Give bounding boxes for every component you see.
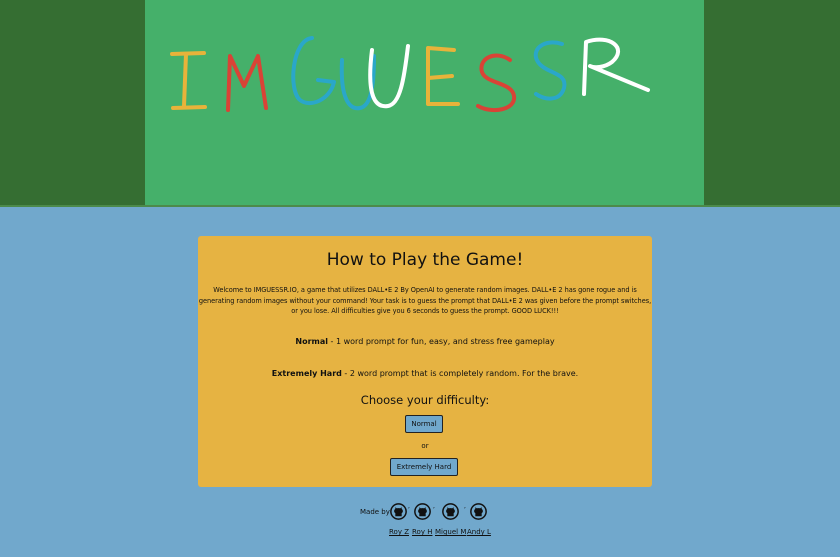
card-title: How to Play the Game! <box>326 250 524 270</box>
how-to-play-card: How to Play the Game! Welcome to IMGUESS… <box>198 236 652 487</box>
normal-mode-label: Normal <box>295 337 328 346</box>
github-icon-graphic <box>390 503 407 520</box>
header-separator <box>0 205 840 207</box>
hard-mode-label: Extremely Hard <box>271 369 342 378</box>
logo-wordmark <box>170 36 650 113</box>
github-icon-graphic <box>470 503 487 520</box>
normal-mode-description: Normal - 1 word prompt for fun, easy, an… <box>198 337 652 346</box>
github-icon[interactable] <box>414 503 431 520</box>
hard-mode-description: Extremely Hard - 2 word prompt that is c… <box>198 369 652 378</box>
github-icon[interactable] <box>470 503 487 520</box>
github-icon[interactable] <box>390 503 407 520</box>
logo-letter-s2 <box>533 40 567 101</box>
logo-letter-e <box>426 46 460 106</box>
github-icon[interactable] <box>442 503 459 520</box>
author-separator: , <box>408 503 410 510</box>
normal-mode-text: - 1 word prompt for fun, easy, and stres… <box>328 337 555 346</box>
author-link-roy-h[interactable]: Roy H <box>412 528 432 536</box>
github-icon-graphic <box>442 503 459 520</box>
made-by-label: Made by <box>360 508 390 516</box>
logo <box>160 20 660 130</box>
github-icon-graphic <box>414 503 431 520</box>
author-separator: , <box>464 503 466 510</box>
author-link-andy-l[interactable]: Andy L <box>467 528 491 536</box>
author-link-roy-z[interactable]: Roy Z <box>389 528 409 536</box>
logo-letter-u2 <box>368 44 410 109</box>
extremely-hard-button[interactable]: Extremely Hard <box>390 458 458 476</box>
choose-difficulty-heading: Choose your difficulty: <box>360 393 490 407</box>
intro-text: Welcome to IMGUESSR.IO, a game that util… <box>198 286 652 315</box>
author-link-miguel-m[interactable]: Miguel M <box>435 528 466 536</box>
author-separator: , <box>433 503 435 510</box>
logo-letter-i <box>170 51 207 110</box>
logo-letter-g <box>291 36 336 106</box>
footer: Made by , , , Roy Z Roy H Miguel M Andy … <box>360 503 520 543</box>
logo-letter-r <box>582 37 650 96</box>
logo-letter-s1 <box>476 53 516 113</box>
or-separator: or <box>421 442 429 450</box>
normal-button[interactable]: Normal <box>405 415 443 433</box>
logo-letter-m <box>226 54 268 112</box>
hard-mode-text: - 2 word prompt that is completely rando… <box>341 369 579 378</box>
